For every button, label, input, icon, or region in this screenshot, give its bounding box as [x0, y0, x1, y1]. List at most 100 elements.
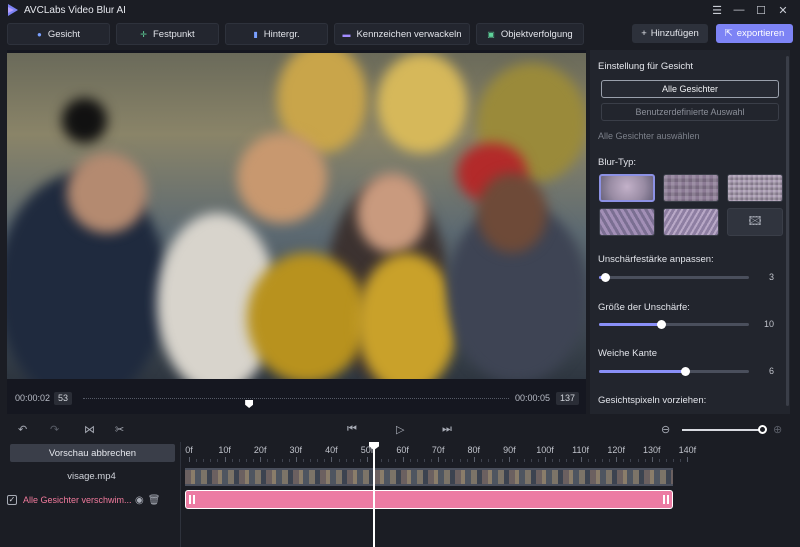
tab-background-label: Hintergr.	[263, 28, 300, 40]
eye-icon[interactable]: ◉	[135, 495, 144, 506]
soft-edge-slider[interactable]	[599, 367, 749, 376]
strength-value: 3	[768, 272, 774, 282]
strength-slider-knob[interactable]	[601, 273, 610, 282]
ruler-minor-tick	[666, 459, 668, 462]
video-thumbnail-strip[interactable]	[185, 468, 673, 486]
size-slider-knob[interactable]	[656, 320, 666, 329]
zoom-slider[interactable]	[682, 429, 762, 431]
title-bar: AVCLabs Video Blur AI ☰ — ☐ ✕	[0, 0, 800, 20]
ruler-minor-tick	[423, 459, 425, 462]
blur-type-mosaic-small[interactable]	[727, 174, 783, 202]
ruler-minor-tick	[502, 459, 504, 462]
ruler-tick	[438, 457, 440, 462]
play-icon[interactable]: ▷	[396, 423, 404, 436]
cancel-preview-button[interactable]: Vorschau abbrechen	[10, 444, 175, 462]
ruler-minor-tick	[267, 459, 269, 462]
tab-license-plate-label: Kennzeichen verwackeln	[356, 28, 462, 40]
ruler-tick	[367, 457, 368, 462]
ruler-minor-tick	[523, 459, 525, 462]
redo-icon[interactable]: ↷	[50, 423, 59, 436]
ruler-minor-tick	[530, 459, 532, 462]
layer-checkbox[interactable]: ✓	[7, 495, 17, 505]
scrub-bar[interactable]	[83, 397, 509, 408]
blur-track[interactable]	[185, 490, 673, 509]
tab-object-tracking[interactable]: ▣ Objektverfolgung	[476, 23, 584, 45]
ruler-label: 130f	[643, 445, 661, 455]
player-time-row: 00:00:02 53 00:00:05 137	[7, 388, 586, 408]
blur-type-blur[interactable]	[599, 174, 655, 202]
blur-layer-row[interactable]: ✓ Alle Gesichter verschwim... ◉ 🗑	[2, 492, 177, 508]
ruler-minor-tick	[388, 459, 390, 462]
maximize-icon[interactable]: ☐	[752, 2, 770, 18]
ruler-minor-tick	[459, 459, 461, 462]
size-label: Größe der Unschärfe:	[598, 302, 690, 313]
ruler-minor-tick	[537, 459, 539, 462]
soft-edge-slider-knob[interactable]	[680, 367, 690, 376]
ruler-minor-tick	[495, 459, 497, 462]
playhead[interactable]	[373, 444, 375, 547]
tab-fixed-point[interactable]: ✛ Festpunkt	[116, 23, 219, 45]
blur-type-lines[interactable]	[663, 208, 719, 236]
close-icon[interactable]: ✕	[774, 2, 792, 18]
blur-type-custom-image[interactable]: 🖾	[727, 208, 783, 236]
menu-icon[interactable]: ☰	[708, 2, 726, 18]
ruler-tick	[580, 457, 582, 462]
background-icon: ▮	[253, 29, 258, 39]
ruler-minor-tick	[630, 459, 632, 462]
previous-frame-icon[interactable]: ⏮	[347, 423, 357, 436]
ruler-label: 140f	[678, 445, 697, 455]
export-button[interactable]: ⇱ exportieren	[716, 24, 793, 43]
tab-license-plate[interactable]: ▬ Kennzeichen verwackeln	[334, 23, 470, 45]
custom-selection-button[interactable]: Benutzerdefinierte Auswahl	[601, 103, 779, 121]
add-button[interactable]: + Hinzufügen	[632, 24, 708, 43]
ruler-label: 100f	[536, 445, 554, 455]
trash-icon[interactable]: 🗑	[148, 495, 161, 506]
ruler-label: 70f	[431, 445, 445, 455]
blur-type-glass[interactable]	[599, 208, 655, 236]
ruler-tick	[651, 457, 653, 462]
minimize-icon[interactable]: —	[730, 2, 748, 18]
track-end-handle[interactable]	[663, 495, 671, 504]
feature-tabs: ● Gesicht ✛ Festpunkt ▮ Hintergr. ▬ Kenn…	[7, 23, 584, 45]
track-start-handle[interactable]	[189, 495, 197, 504]
tab-background[interactable]: ▮ Hintergr.	[225, 23, 328, 45]
undo-icon[interactable]: ↶	[18, 423, 27, 436]
current-frame[interactable]: 53	[54, 391, 73, 405]
ruler-minor-tick	[302, 459, 304, 462]
ruler-minor-tick	[680, 459, 682, 462]
soft-edge-slider-fill	[599, 370, 685, 373]
blur-type-mosaic-large[interactable]	[663, 174, 719, 202]
ruler-minor-tick	[281, 459, 283, 462]
ruler-minor-tick	[644, 459, 646, 462]
soft-edge-value: 6	[768, 366, 774, 376]
zoom-out-icon[interactable]: ⊖	[661, 423, 670, 436]
scrub-handle[interactable]	[245, 400, 254, 408]
panel-scrollbar[interactable]	[786, 56, 789, 406]
layer-name: Alle Gesichter verschwim...	[23, 495, 131, 505]
size-slider[interactable]	[599, 320, 749, 329]
ruler-minor-tick	[466, 459, 468, 462]
all-faces-button[interactable]: Alle Gesichter	[601, 80, 779, 98]
app-logo-icon	[8, 4, 18, 16]
ruler-tick	[224, 457, 226, 462]
ruler-minor-tick	[217, 459, 219, 462]
ruler-minor-tick	[210, 459, 212, 462]
ruler-minor-tick	[566, 459, 568, 462]
size-slider-fill	[599, 323, 661, 326]
ruler-minor-tick	[238, 459, 240, 462]
ruler-label: 80f	[467, 445, 481, 455]
strength-slider[interactable]	[599, 273, 749, 282]
add-button-label: Hinzufügen	[650, 28, 699, 39]
cut-icon[interactable]: ✂	[115, 423, 124, 436]
tab-face[interactable]: ● Gesicht	[7, 23, 110, 45]
next-frame-icon[interactable]: ⏭	[442, 423, 452, 436]
window-controls: ☰ — ☐ ✕	[708, 2, 792, 18]
zoom-slider-knob[interactable]	[758, 425, 767, 434]
timeline-ruler[interactable]: 0f 10f 20f 30f 40f 50f 60f 70f 80f 90f 100f 110f 120…	[182, 443, 800, 463]
zoom-in-icon[interactable]: ⊕	[773, 423, 782, 436]
ruler-minor-tick	[609, 459, 611, 462]
split-icon[interactable]: ⋈	[84, 423, 95, 436]
video-frame[interactable]	[7, 53, 586, 379]
ruler-label: 120f	[607, 445, 625, 455]
ruler-minor-tick	[452, 459, 454, 462]
